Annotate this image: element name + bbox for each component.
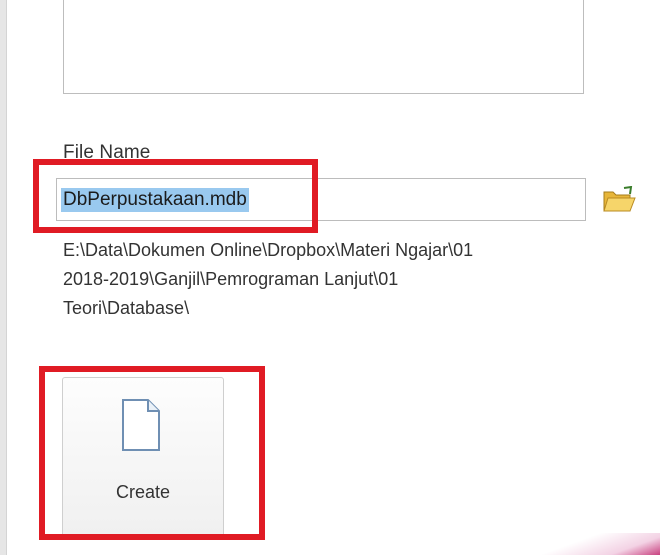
file-name-input[interactable]: DbPerpustakaan.mdb: [56, 178, 586, 221]
path-line: 2018-2019\Ganjil\Pemrograman Lanjut\01: [63, 269, 399, 289]
create-button-label: Create: [115, 482, 171, 502]
template-preview-box: [63, 0, 584, 94]
file-name-label: File Name: [63, 142, 151, 163]
save-location-path: E:\Data\Dokumen Online\Dropbox\Materi Ng…: [63, 236, 643, 323]
path-line: Teori\Database\: [63, 298, 190, 318]
pane-divider: [0, 0, 7, 555]
file-name-value: DbPerpustakaan.mdb: [61, 187, 249, 212]
path-line: E:\Data\Dokumen Online\Dropbox\Materi Ng…: [63, 240, 474, 260]
folder-open-icon[interactable]: [602, 186, 636, 214]
create-button[interactable]: Create: [62, 377, 224, 538]
blank-document-icon: [122, 399, 160, 451]
window-corner-accent: [520, 533, 660, 555]
